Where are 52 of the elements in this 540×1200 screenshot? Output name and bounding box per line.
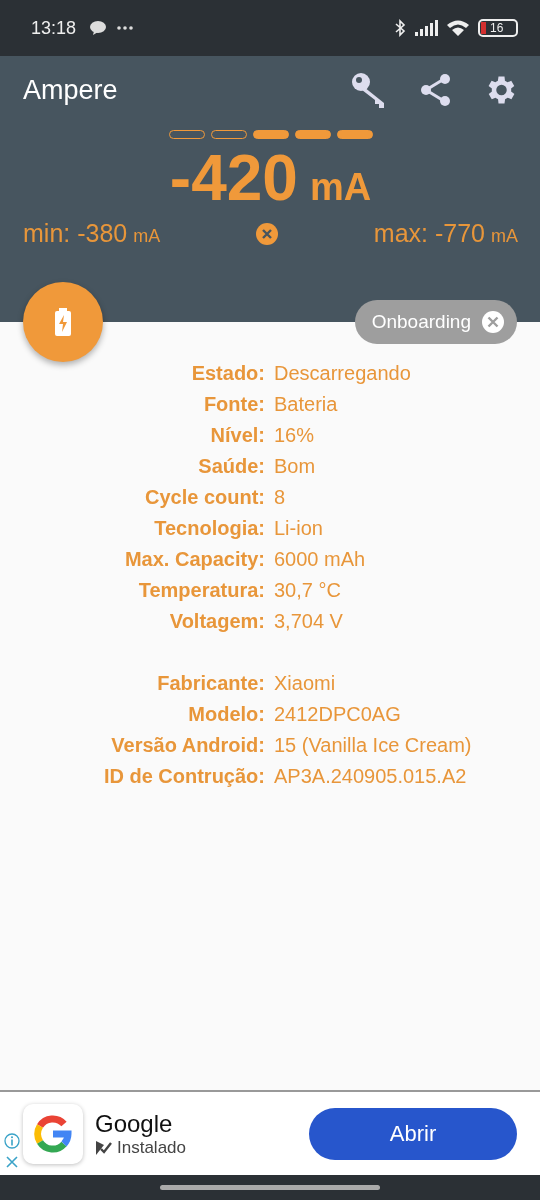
info-label: Nível: [209, 424, 265, 447]
current-unit: mA [309, 166, 372, 209]
wifi-icon [446, 19, 470, 37]
battery-icon: 16 [478, 19, 518, 37]
info-value: 30,7 °C [274, 579, 341, 602]
min-unit: mA [133, 226, 161, 247]
info-value: 8 [274, 486, 286, 509]
info-value: 3,704 V [274, 610, 343, 633]
info-label: Temperatura: [137, 579, 265, 602]
min-value: min: -380 [23, 219, 128, 248]
chat-bubble-icon [88, 20, 109, 36]
info-value: 2412DPC0AG [274, 703, 401, 726]
open-button[interactable]: Abrir [309, 1107, 517, 1160]
info-icon[interactable] [3, 1133, 20, 1149]
info-label: Saúde: [197, 455, 265, 478]
close-icon[interactable] [481, 310, 505, 334]
info-label: Estado: [190, 362, 265, 385]
info-label: ID de Contrução: [102, 765, 265, 788]
max-unit: mA [491, 226, 518, 247]
install-status: Instalado [117, 1137, 186, 1158]
info-label: Modelo: [187, 703, 265, 726]
info-label: Tecnologia: [153, 517, 265, 540]
battery-charging-icon [54, 308, 72, 336]
info-value: Bom [274, 455, 316, 478]
info-label: Fonte: [202, 393, 265, 416]
home-handle[interactable] [160, 1185, 380, 1190]
info-value: Xiaomi [274, 672, 336, 695]
installed-check-icon [95, 1139, 113, 1156]
info-value: AP3A.240905.015.A2 [274, 765, 467, 788]
reset-icon[interactable] [255, 221, 280, 246]
info-value: 16% [274, 424, 315, 447]
g-logo-icon [33, 1113, 73, 1154]
info-label: Fabricante: [156, 672, 265, 695]
info-value: 6000 mAh [274, 548, 366, 571]
battery-fab[interactable] [23, 282, 103, 362]
status-time: 13:18 [31, 17, 77, 39]
info-value: 15 (Vanilla Ice Cream) [274, 734, 472, 757]
advertiser-name: Google [95, 1109, 174, 1138]
info-label: Cycle count: [143, 486, 265, 509]
more-dots-icon [116, 25, 135, 31]
bluetooth-icon [394, 19, 406, 37]
close-icon[interactable] [4, 1155, 19, 1169]
info-label: Max. Capacity: [123, 548, 265, 571]
info-value: Li-ion [274, 517, 323, 540]
info-label: Voltagem: [168, 610, 265, 633]
info-label: Versão Android: [110, 734, 265, 757]
max-value: max: -770 [373, 219, 485, 248]
current-value: -420 [169, 141, 298, 215]
info-value: Descarregando [274, 362, 411, 385]
signal-icon [414, 20, 438, 36]
app-title: Ampere [23, 74, 118, 106]
info-value: Bateria [274, 393, 338, 416]
